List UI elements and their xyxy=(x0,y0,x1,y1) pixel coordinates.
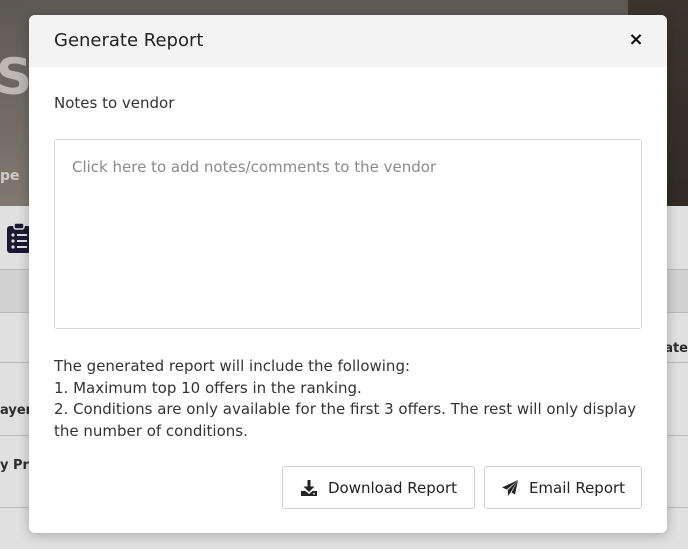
close-icon: × xyxy=(628,29,644,50)
email-report-label: Email Report xyxy=(528,478,626,497)
notes-textarea[interactable] xyxy=(54,139,642,329)
close-button[interactable]: × xyxy=(625,29,647,51)
download-report-button[interactable]: Download Report xyxy=(282,466,475,509)
report-info: The generated report will include the fo… xyxy=(54,356,644,442)
generate-report-modal: Generate Report × Notes to vendor The ge… xyxy=(29,15,667,533)
info-item: 1. Maximum top 10 offers in the ranking. xyxy=(54,378,362,397)
modal-title: Generate Report xyxy=(54,30,204,51)
notes-label: Notes to vendor xyxy=(54,94,175,112)
modal-header: Generate Report × xyxy=(29,15,667,67)
email-report-button[interactable]: Email Report xyxy=(484,466,642,509)
download-icon xyxy=(300,479,318,497)
download-report-label: Download Report xyxy=(327,478,458,497)
info-intro: The generated report will include the fo… xyxy=(54,357,411,375)
info-item: 2. Conditions are only available for the… xyxy=(54,400,637,440)
paper-plane-icon xyxy=(501,479,519,497)
